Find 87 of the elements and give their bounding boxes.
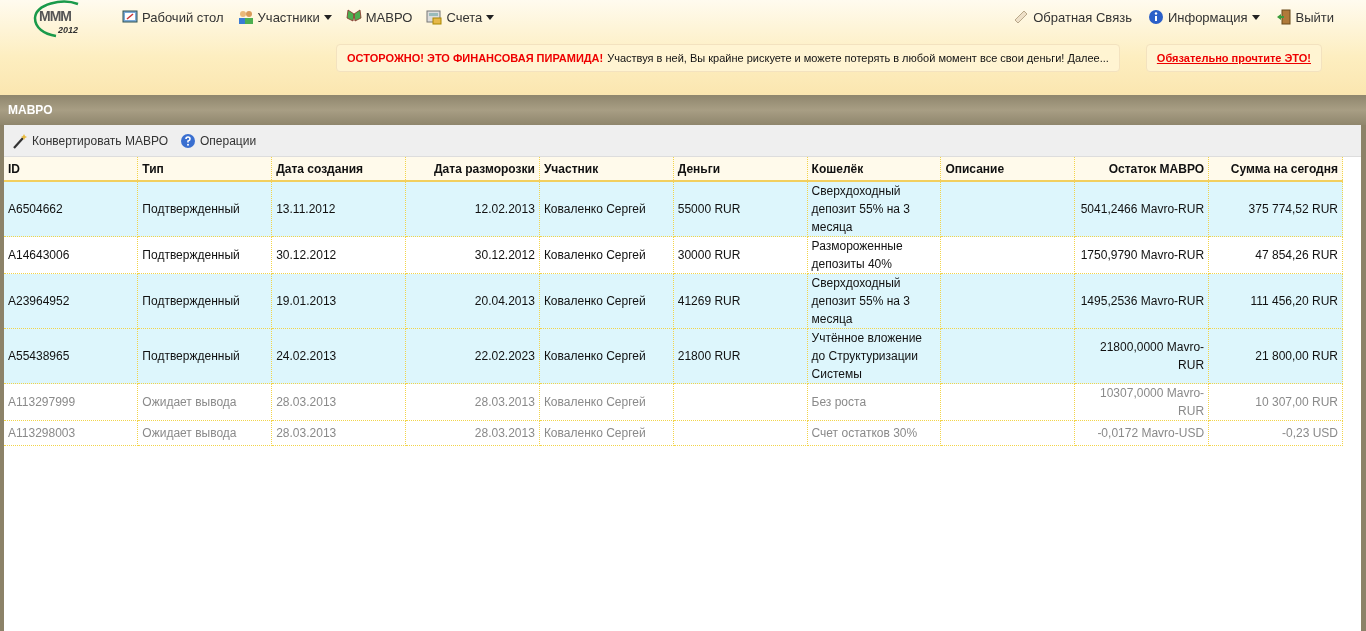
table-cell: 55000 RUR (677, 202, 741, 216)
magic-wand-icon (12, 132, 28, 149)
table-cell: 111 456,20 RUR (1250, 294, 1338, 308)
desktop-icon (122, 9, 138, 25)
table-cell: 47 854,26 RUR (1255, 248, 1338, 262)
nav-menu-item[interactable]: Обратная Связь (1013, 9, 1132, 25)
table-row[interactable]: A55438965 Подтвержденный 24.02.2013 22.02.2023 Коваленко Сергей 21800 RUR Учтённое вложение до Структуризации Системы 21800,0000 Mavro-RUR 21 800,00 RUR (4, 328, 1343, 384)
people-icon (237, 9, 254, 25)
table-cell: Коваленко Сергей (543, 395, 646, 409)
column-header[interactable]: Деньги (673, 157, 808, 181)
toolbar-button[interactable]: Конвертировать МАВРО (12, 132, 168, 149)
table-cell: Учтённое вложение до Структуризации Системы (811, 331, 923, 381)
table-cell: Подтвержденный (142, 248, 240, 262)
table-cell: 21800,0000 Mavro-RUR (1100, 340, 1205, 372)
table-cell: 12.02.2013 (474, 202, 535, 216)
warning-heading: ОСТОРОЖНО! ЭТО ФИНАНСОВАЯ ПИРАМИДА! (347, 52, 604, 64)
logo-mark: MMM (39, 8, 71, 24)
column-header[interactable]: Дата создания (271, 157, 406, 181)
toolbar-button[interactable]: Операции (180, 132, 257, 149)
table-cell: 22.02.2023 (474, 349, 535, 363)
table-row[interactable]: A14643006 Подтвержденный 30.12.2012 30.12.2012 Коваленко Сергей 30000 RUR Размороженные депозиты 40% 1750,9790 Mavro-RUR 47 854,26 RUR (4, 236, 1343, 274)
help-icon (180, 132, 196, 149)
column-header[interactable]: ID (4, 157, 138, 181)
table-cell: 28.03.2013 (276, 395, 337, 409)
info-icon (1147, 9, 1164, 25)
table-cell: Подтвержденный (142, 349, 240, 363)
exit-door-icon (1275, 9, 1292, 25)
table-cell: 24.02.2013 (276, 349, 337, 363)
table-cell: 30.12.2012 (276, 248, 337, 262)
nav-menu-item[interactable]: МАВРО (345, 9, 413, 25)
nav-menu-item[interactable]: Рабочий стол (122, 9, 224, 25)
column-header[interactable]: Тип (137, 157, 272, 181)
table-cell: A113297999 (8, 395, 76, 409)
table-cell: -0,0172 Mavro-USD (1097, 426, 1205, 440)
table-cell: -0,23 USD (1281, 426, 1338, 440)
logo-year: 2012 (58, 25, 79, 35)
table-cell: Сверхдоходный депозит 55% на 3 месяца (811, 276, 910, 326)
table-cell: Ожидает вывода (142, 395, 237, 409)
table-cell: A55438965 (8, 349, 70, 363)
table-cell: 21 800,00 RUR (1255, 349, 1338, 363)
table-cell: Без роста (811, 395, 867, 409)
table-cell: 5041,2466 Mavro-RUR (1080, 202, 1205, 216)
column-header[interactable]: Дата разморозки (405, 157, 540, 181)
table-cell: 41269 RUR (677, 294, 741, 308)
table-cell: Подтвержденный (142, 294, 240, 308)
table-cell: 30.12.2012 (474, 248, 535, 262)
table-cell: 28.03.2013 (276, 426, 337, 440)
table-row[interactable]: A6504662 Подтвержденный 13.11.2012 12.02.2013 Коваленко Сергей 55000 RUR Сверхдоходный депозит 55% на 3 месяца 5041,2466 Mavro-RUR 375 774,52 RUR (4, 181, 1343, 237)
logo[interactable]: MMM 2012 (32, 0, 92, 40)
table-cell: 20.04.2013 (474, 294, 535, 308)
table-cell: Коваленко Сергей (543, 294, 646, 308)
panel-title: МАВРО (0, 95, 1366, 125)
nav-menu-item[interactable]: Выйти (1275, 9, 1334, 25)
table-cell: Размороженные депозиты 40% (811, 239, 903, 271)
column-header[interactable]: Описание (940, 157, 1075, 181)
table-cell: Ожидает вывода (142, 426, 237, 440)
table-cell: Счет остатков 30% (811, 426, 918, 440)
table-cell: Подтвержденный (142, 202, 240, 216)
table-cell: 375 774,52 RUR (1248, 202, 1338, 216)
column-header[interactable]: Кошелёк (807, 157, 941, 181)
table-cell: 10307,0000 Mavro-RUR (1100, 386, 1205, 418)
nav-menu-item[interactable]: Участники (237, 9, 332, 25)
table-cell: 19.01.2013 (276, 294, 337, 308)
table-cell: 1495,2536 Mavro-RUR (1080, 294, 1205, 308)
table-cell: A113298003 (8, 426, 76, 440)
nav-menu-item[interactable]: Информация (1147, 9, 1260, 25)
table-cell: 28.03.2013 (474, 426, 535, 440)
table-cell: Коваленко Сергей (543, 426, 646, 440)
table-cell: 1750,9790 Mavro-RUR (1080, 248, 1205, 262)
column-header[interactable]: Остаток МАВРО (1074, 157, 1209, 181)
table-cell: 30000 RUR (677, 248, 741, 262)
table-cell: Коваленко Сергей (543, 248, 646, 262)
table-row[interactable]: A23964952 Подтвержденный 19.01.2013 20.04.2013 Коваленко Сергей 41269 RUR Сверхдоходный депозит 55% на 3 месяца 1495,2536 Mavro-RUR 111 456,20 RUR (4, 273, 1343, 329)
nav-menu-item[interactable]: Счета (426, 9, 495, 25)
table-cell: A14643006 (8, 248, 70, 262)
table-cell: 10 307,00 RUR (1255, 395, 1338, 409)
table-cell: A23964952 (8, 294, 70, 308)
column-header[interactable]: Сумма на сегодня (1208, 157, 1343, 181)
table-cell: 21800 RUR (677, 349, 741, 363)
column-header[interactable]: Участник (539, 157, 674, 181)
table-cell: 13.11.2012 (276, 202, 336, 216)
table-cell: Коваленко Сергей (543, 349, 646, 363)
table-cell: Коваленко Сергей (543, 202, 646, 216)
table-cell: Сверхдоходный депозит 55% на 3 месяца (811, 184, 910, 234)
table-cell: A6504662 (8, 202, 63, 216)
warning-text[interactable]: Участвуя в ней, Вы крайне рискуете и можете потерять в любой момент все свои деньги! Далее... (607, 52, 1109, 64)
table-cell: 28.03.2013 (474, 395, 535, 409)
